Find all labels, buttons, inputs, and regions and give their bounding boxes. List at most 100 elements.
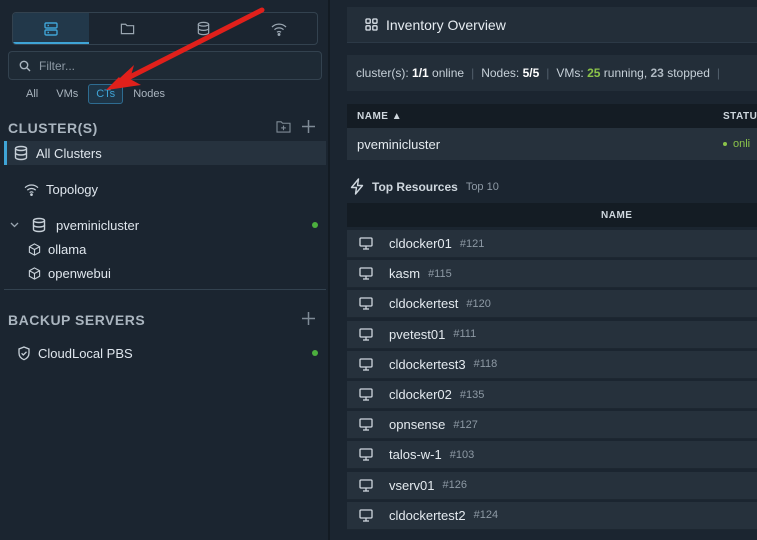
resource-name: cldocker01 bbox=[389, 236, 452, 251]
resource-id: #126 bbox=[442, 479, 468, 492]
vms-running-label: running, bbox=[603, 66, 648, 80]
resource-name: cldockertest bbox=[389, 296, 459, 312]
tree-item-all-clusters[interactable]: All Clusters bbox=[4, 141, 326, 165]
database-icon bbox=[197, 21, 209, 36]
section-divider bbox=[4, 289, 326, 290]
cluster-table-row[interactable]: pveminicluster onli bbox=[347, 128, 757, 160]
col-name[interactable]: NAME bbox=[601, 210, 632, 221]
chip-nodes[interactable]: Nodes bbox=[125, 84, 173, 104]
clusters-stat-suffix: online bbox=[432, 66, 465, 80]
storage-view-tab[interactable] bbox=[165, 13, 241, 44]
network-view-tab[interactable] bbox=[241, 13, 317, 44]
resource-name: pvetest01 bbox=[389, 326, 446, 342]
add-folder-icon[interactable] bbox=[276, 120, 291, 133]
main-panel: Inventory Overview cluster(s): 1/1 onlin… bbox=[332, 0, 757, 540]
filter-input[interactable] bbox=[39, 58, 309, 73]
vm-monitor-icon bbox=[359, 509, 373, 522]
shield-check-icon bbox=[17, 345, 31, 361]
stat-separator: | bbox=[716, 66, 721, 80]
table-row[interactable]: cldockertest #120 bbox=[347, 290, 757, 319]
vm-monitor-icon bbox=[359, 358, 373, 371]
add-cluster-icon[interactable] bbox=[301, 119, 316, 134]
table-row[interactable]: kasm #115 bbox=[347, 260, 757, 289]
server-view-tab[interactable] bbox=[13, 13, 89, 44]
vm-monitor-icon bbox=[359, 388, 373, 401]
table-row[interactable]: cldocker02 #135 bbox=[347, 381, 757, 409]
resource-name: kasm bbox=[389, 266, 421, 282]
vm-monitor-icon bbox=[359, 448, 373, 462]
grid-icon bbox=[365, 18, 378, 31]
status-online-dot bbox=[312, 222, 318, 228]
status-online-dot bbox=[312, 350, 318, 356]
vm-monitor-icon bbox=[359, 327, 373, 341]
tree-item-cluster[interactable]: pveminicluster bbox=[4, 213, 326, 237]
resources-table-header: NAME bbox=[347, 203, 757, 227]
resource-id: #124 bbox=[473, 509, 499, 522]
resource-id: #120 bbox=[466, 297, 491, 310]
folder-icon bbox=[120, 23, 134, 35]
resource-name: cldockertest3 bbox=[389, 356, 466, 372]
table-row[interactable]: cldocker01 #121 bbox=[347, 230, 757, 258]
tree-item-label: pveminicluster bbox=[56, 217, 140, 233]
tree-item-label: All Clusters bbox=[36, 145, 102, 161]
nodes-stat-value: 5/5 bbox=[522, 66, 540, 80]
resource-name: vserv01 bbox=[389, 477, 435, 493]
wifi-icon bbox=[24, 183, 39, 196]
table-row[interactable]: cldockertest2 #124 bbox=[347, 501, 757, 530]
backup-actions bbox=[301, 311, 316, 326]
resource-id: #135 bbox=[459, 388, 485, 401]
chip-vms[interactable]: VMs bbox=[48, 84, 86, 104]
resource-id: #103 bbox=[449, 448, 475, 461]
resource-id: #127 bbox=[453, 418, 478, 431]
database-icon bbox=[13, 145, 29, 161]
stat-separator: | bbox=[546, 66, 550, 80]
view-switcher bbox=[12, 12, 318, 45]
status-text: onli bbox=[733, 138, 751, 150]
vm-monitor-icon bbox=[359, 418, 373, 431]
status-badge: onli bbox=[723, 138, 750, 150]
chip-all[interactable]: All bbox=[18, 84, 46, 104]
tree-item-ct-openwebui[interactable]: openwebui bbox=[4, 261, 326, 285]
tree-item-label: ollama bbox=[48, 241, 87, 257]
stat-separator: | bbox=[471, 66, 475, 80]
vms-running-value: 25 bbox=[587, 66, 601, 80]
chip-cts[interactable]: CTs bbox=[88, 84, 124, 104]
resource-id: #118 bbox=[473, 358, 498, 371]
container-icon bbox=[28, 242, 41, 256]
filter-box bbox=[8, 51, 322, 80]
tree-item-backup-server[interactable]: CloudLocal PBS bbox=[4, 341, 326, 365]
nodes-stat-label: Nodes: bbox=[481, 66, 520, 80]
container-icon bbox=[28, 266, 41, 280]
page-header: Inventory Overview bbox=[347, 7, 757, 43]
add-backup-server-icon[interactable] bbox=[301, 311, 316, 326]
col-status[interactable]: STATU bbox=[723, 111, 757, 122]
resource-id: #121 bbox=[459, 237, 485, 250]
top-resources-title: Top Resources bbox=[372, 179, 458, 194]
table-row[interactable]: talos-w-1 #103 bbox=[347, 441, 757, 470]
clusters-actions bbox=[276, 119, 316, 134]
clusters-section-title: CLUSTER(S) bbox=[8, 120, 98, 136]
resource-name: cldockertest2 bbox=[389, 507, 466, 523]
resource-id: #111 bbox=[453, 328, 477, 341]
vms-stat-label: VMs: bbox=[556, 66, 584, 80]
tree-item-label: CloudLocal PBS bbox=[38, 345, 133, 361]
tree-item-topology[interactable]: Topology bbox=[4, 177, 326, 201]
table-row[interactable]: vserv01 #126 bbox=[347, 471, 757, 500]
chevron-down-icon[interactable] bbox=[10, 222, 19, 228]
vms-stopped-label: stopped bbox=[667, 66, 710, 80]
col-name-sort[interactable]: NAME ▲ bbox=[357, 111, 402, 122]
table-row[interactable]: cldockertest3 #118 bbox=[347, 350, 757, 379]
cluster-table-header: NAME ▲ STATU bbox=[347, 104, 757, 128]
folder-view-tab[interactable] bbox=[89, 13, 165, 44]
tree-item-ct-ollama[interactable]: ollama bbox=[4, 237, 326, 261]
tree-item-label: Topology bbox=[46, 181, 99, 197]
vms-stopped-value: 23 bbox=[650, 66, 664, 80]
database-icon bbox=[31, 217, 47, 233]
type-filter-chips: All VMs CTs Nodes bbox=[18, 84, 175, 104]
vm-monitor-icon bbox=[359, 267, 373, 280]
top-resources-subtitle: Top 10 bbox=[465, 180, 499, 193]
table-row[interactable]: pvetest01 #111 bbox=[347, 320, 757, 349]
resource-name: opnsense bbox=[389, 417, 446, 433]
page-title: Inventory Overview bbox=[386, 16, 506, 33]
table-row[interactable]: opnsense #127 bbox=[347, 411, 757, 440]
